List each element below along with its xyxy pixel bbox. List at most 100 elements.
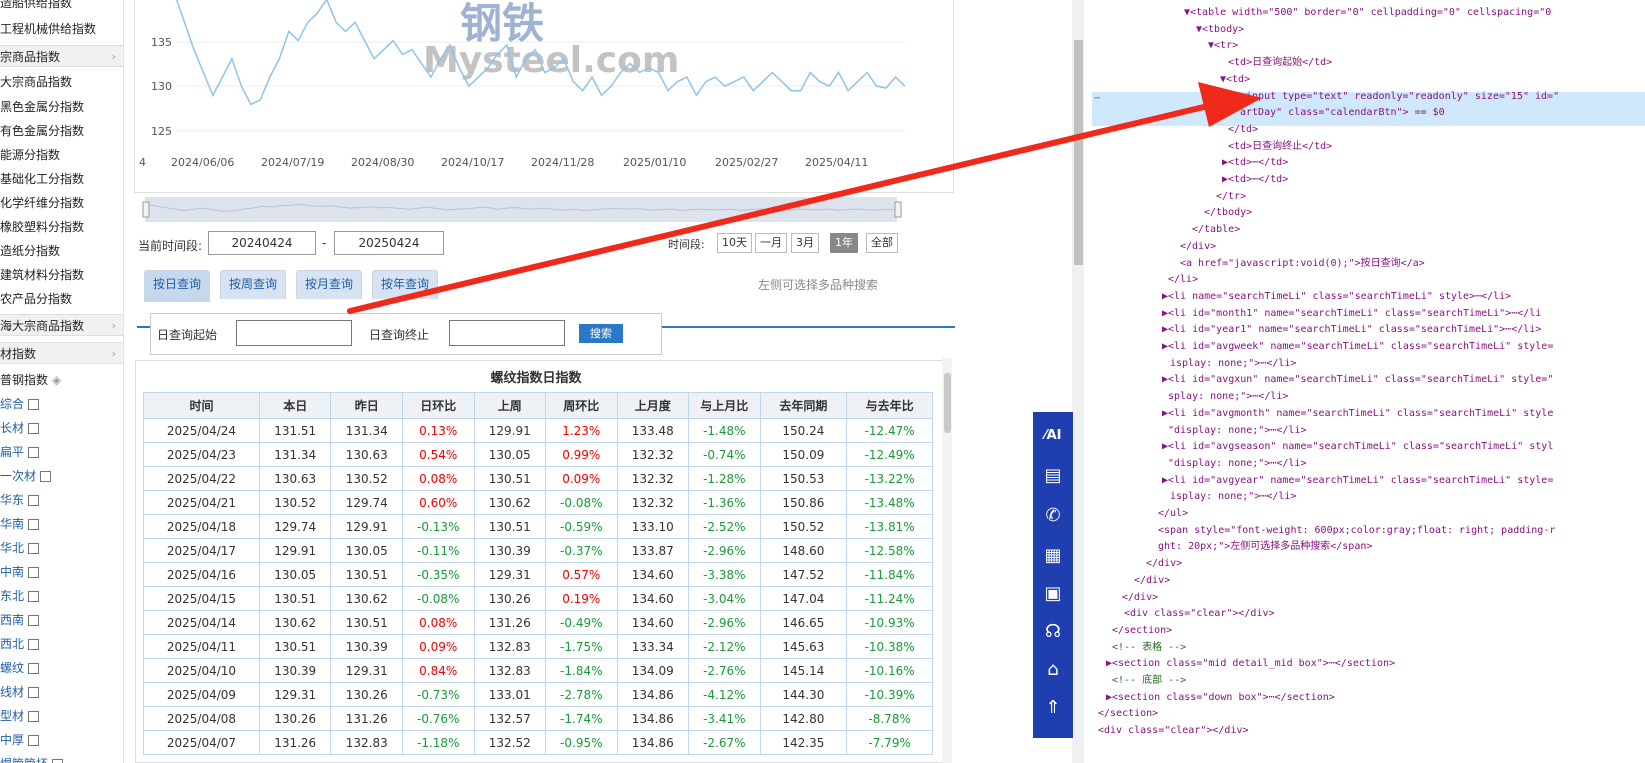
nav-item-23[interactable]: 中南 [0,561,123,583]
document-icon[interactable]: ▤ [1033,456,1073,496]
dom-node-line[interactable]: <div class="clear"></div> [1098,723,1249,739]
headset-icon[interactable]: ☊ [1033,612,1073,652]
nav-item-8[interactable]: 化学纤维分指数 [0,192,123,214]
gift-icon[interactable]: ▦ [1033,536,1073,576]
nav-item-21[interactable]: 华南 [0,513,123,535]
nav-item-9[interactable]: 橡胶塑料分指数 [0,216,123,238]
nav-checkbox[interactable] [28,495,40,506]
nav-item-25[interactable]: 西南 [0,609,123,631]
nav-item-20[interactable]: 华东 [0,489,123,511]
nav-item-30[interactable]: 中厚 [0,729,123,751]
nav-item-18[interactable]: 扁平 [0,441,123,463]
dom-node-line[interactable]: ▶<li id="avgmonth" name="searchTimeLi" c… [1162,406,1553,422]
nav-item-26[interactable]: 西北 [0,633,123,655]
nav-checkbox[interactable] [28,543,40,554]
dom-node-line[interactable]: </div> [1180,239,1216,255]
dom-node-line[interactable]: ▶<section class="mid detail_mid box">⋯</… [1106,656,1395,672]
dom-node-line[interactable]: ▶<li id="year1" name="searchTimeLi" clas… [1162,322,1541,338]
dom-node-line[interactable]: </tr> [1216,189,1246,205]
dom-node-line[interactable]: "display: none;">⋯</li> [1168,423,1306,439]
chat-icon[interactable]: ✆ [1033,496,1073,536]
nav-checkbox[interactable] [28,615,40,626]
nav-item-13[interactable]: 海大宗商品指数 › [0,314,123,336]
dom-node-line[interactable]: ▼<td> [1220,72,1250,88]
dom-node-line[interactable]: ▶<section class="down box">⋯</section> [1106,690,1335,706]
dom-node-line[interactable]: ▶<li id="avgyear" name="searchTimeLi" cl… [1162,473,1553,489]
building-icon[interactable]: ⌂ [1033,650,1073,690]
dom-node-line[interactable]: artDay" class="calendarBtn"> == $0 [1240,105,1445,121]
nav-checkbox[interactable] [28,567,40,578]
period-button[interactable]: 1年 [830,233,858,253]
nav-item-31[interactable]: 焊管管坯 [0,753,123,763]
nav-item-11[interactable]: 建筑材料分指数 [0,264,123,286]
range-end-input[interactable]: 20250424 [334,231,444,255]
dom-node-line[interactable]: ▶<li id="avgxun" name="searchTimeLi" cla… [1162,372,1553,388]
dom-node-line[interactable]: <span style="font-weight: 600px;color:gr… [1158,523,1555,539]
nav-item-16[interactable]: 综合 [0,393,123,415]
nav-checkbox[interactable] [40,471,52,482]
nav-checkbox[interactable] [28,447,40,458]
dom-node-line[interactable]: isplay: none;">⋯</li> [1170,489,1296,505]
nav-checkbox[interactable] [28,423,40,434]
nav-checkbox[interactable] [28,399,40,410]
dom-node-line[interactable]: ght: 20px;">左侧可选择多品种搜索</span> [1158,539,1372,555]
nav-item-24[interactable]: 东北 [0,585,123,607]
nav-checkbox[interactable] [28,687,40,698]
dom-node-line[interactable]: ▶<li name="searchTimeLi" class="searchTi… [1162,289,1511,305]
day-query-start-input[interactable] [236,320,352,346]
range-navigator[interactable] [145,197,897,222]
nav-item-27[interactable]: 螺纹 [0,657,123,679]
dom-node-line[interactable]: </div> [1122,590,1158,606]
period-button[interactable]: 全部 [866,233,898,253]
nav-checkbox[interactable] [28,591,40,602]
dom-node-line[interactable]: </table> [1192,222,1240,238]
dom-node-line[interactable]: "display: none;">⋯</li> [1168,456,1306,472]
table-scroll-thumb[interactable] [944,373,951,433]
dom-node-line[interactable]: isplay: none;">⋯</li> [1170,356,1296,372]
dom-node-line[interactable]: ▼<tbody> [1196,22,1244,38]
dom-node-line[interactable]: ▶<td>⋯</td> [1222,155,1288,171]
top-icon[interactable]: ⇑ [1033,688,1073,728]
nav-item-6[interactable]: 能源分指数 [0,144,123,166]
nav-item-15[interactable]: 普钢指数 ◈ [0,369,123,391]
nav-item-1[interactable]: 工程机械供给指数 [0,18,123,40]
nav-item-2[interactable]: 宗商品指数 › [0,45,123,67]
dom-node-line[interactable]: <td>日查询终止</td> [1228,139,1332,155]
period-button[interactable]: 一月 [755,233,787,253]
calendar-icon[interactable]: ▣ [1033,574,1073,614]
dom-node-line[interactable]: ▶<li id="avgweek" name="searchTimeLi" cl… [1162,339,1553,355]
dom-node-line[interactable]: </ul> [1158,506,1188,522]
nav-item-3[interactable]: 大宗商品指数 [0,71,123,93]
navigator-handle-right[interactable] [894,201,902,218]
day-query-end-input[interactable] [449,320,565,346]
page-scroll-thumb[interactable] [1074,40,1083,265]
dom-node-line[interactable]: <a href="javascript:void(0);">按日查询</a> [1180,256,1425,272]
search-button[interactable]: 搜索 [579,324,623,343]
period-button[interactable]: 3月 [791,233,819,253]
nav-item-0[interactable]: 造船供给指数 [0,0,123,14]
query-tab[interactable]: 按年查询 [372,270,438,299]
dom-node-line[interactable]: </div> [1146,556,1182,572]
query-tab[interactable]: 按日查询 [144,270,210,302]
dom-node-line[interactable]: <td>日查询起始</td> [1228,55,1332,71]
nav-item-14[interactable]: 材指数 › [0,342,123,364]
nav-item-29[interactable]: 型材 [0,705,123,727]
nav-item-28[interactable]: 线材 [0,681,123,703]
dom-node-line[interactable]: </div> [1134,573,1170,589]
dom-node-line[interactable]: ▼<table width="500" border="0" cellpaddi… [1184,5,1551,21]
nav-item-7[interactable]: 基础化工分指数 [0,168,123,190]
navigator-handle-left[interactable] [142,201,150,218]
dom-node-line[interactable]: </tbody> [1204,205,1252,221]
period-button[interactable]: 10天 [717,233,752,253]
dom-node-line[interactable]: ▼<tr> [1208,38,1238,54]
dom-node-line[interactable]: </td> [1228,122,1258,138]
ai-icon[interactable]: ⁄AI [1033,416,1073,456]
selected-node-dots[interactable]: ⋯ [1094,93,1100,104]
dom-node-line[interactable]: ▶<li id="month1" name="searchTimeLi" cla… [1162,306,1541,322]
nav-checkbox[interactable] [28,519,40,530]
range-start-input[interactable]: 20240424 [208,231,316,255]
nav-item-19[interactable]: 一次材 [0,465,123,487]
dom-node-line[interactable]: <!-- 表格 --> [1112,640,1186,656]
nav-item-12[interactable]: 农产品分指数 [0,288,123,310]
dom-node-line[interactable]: </section> [1098,706,1158,722]
